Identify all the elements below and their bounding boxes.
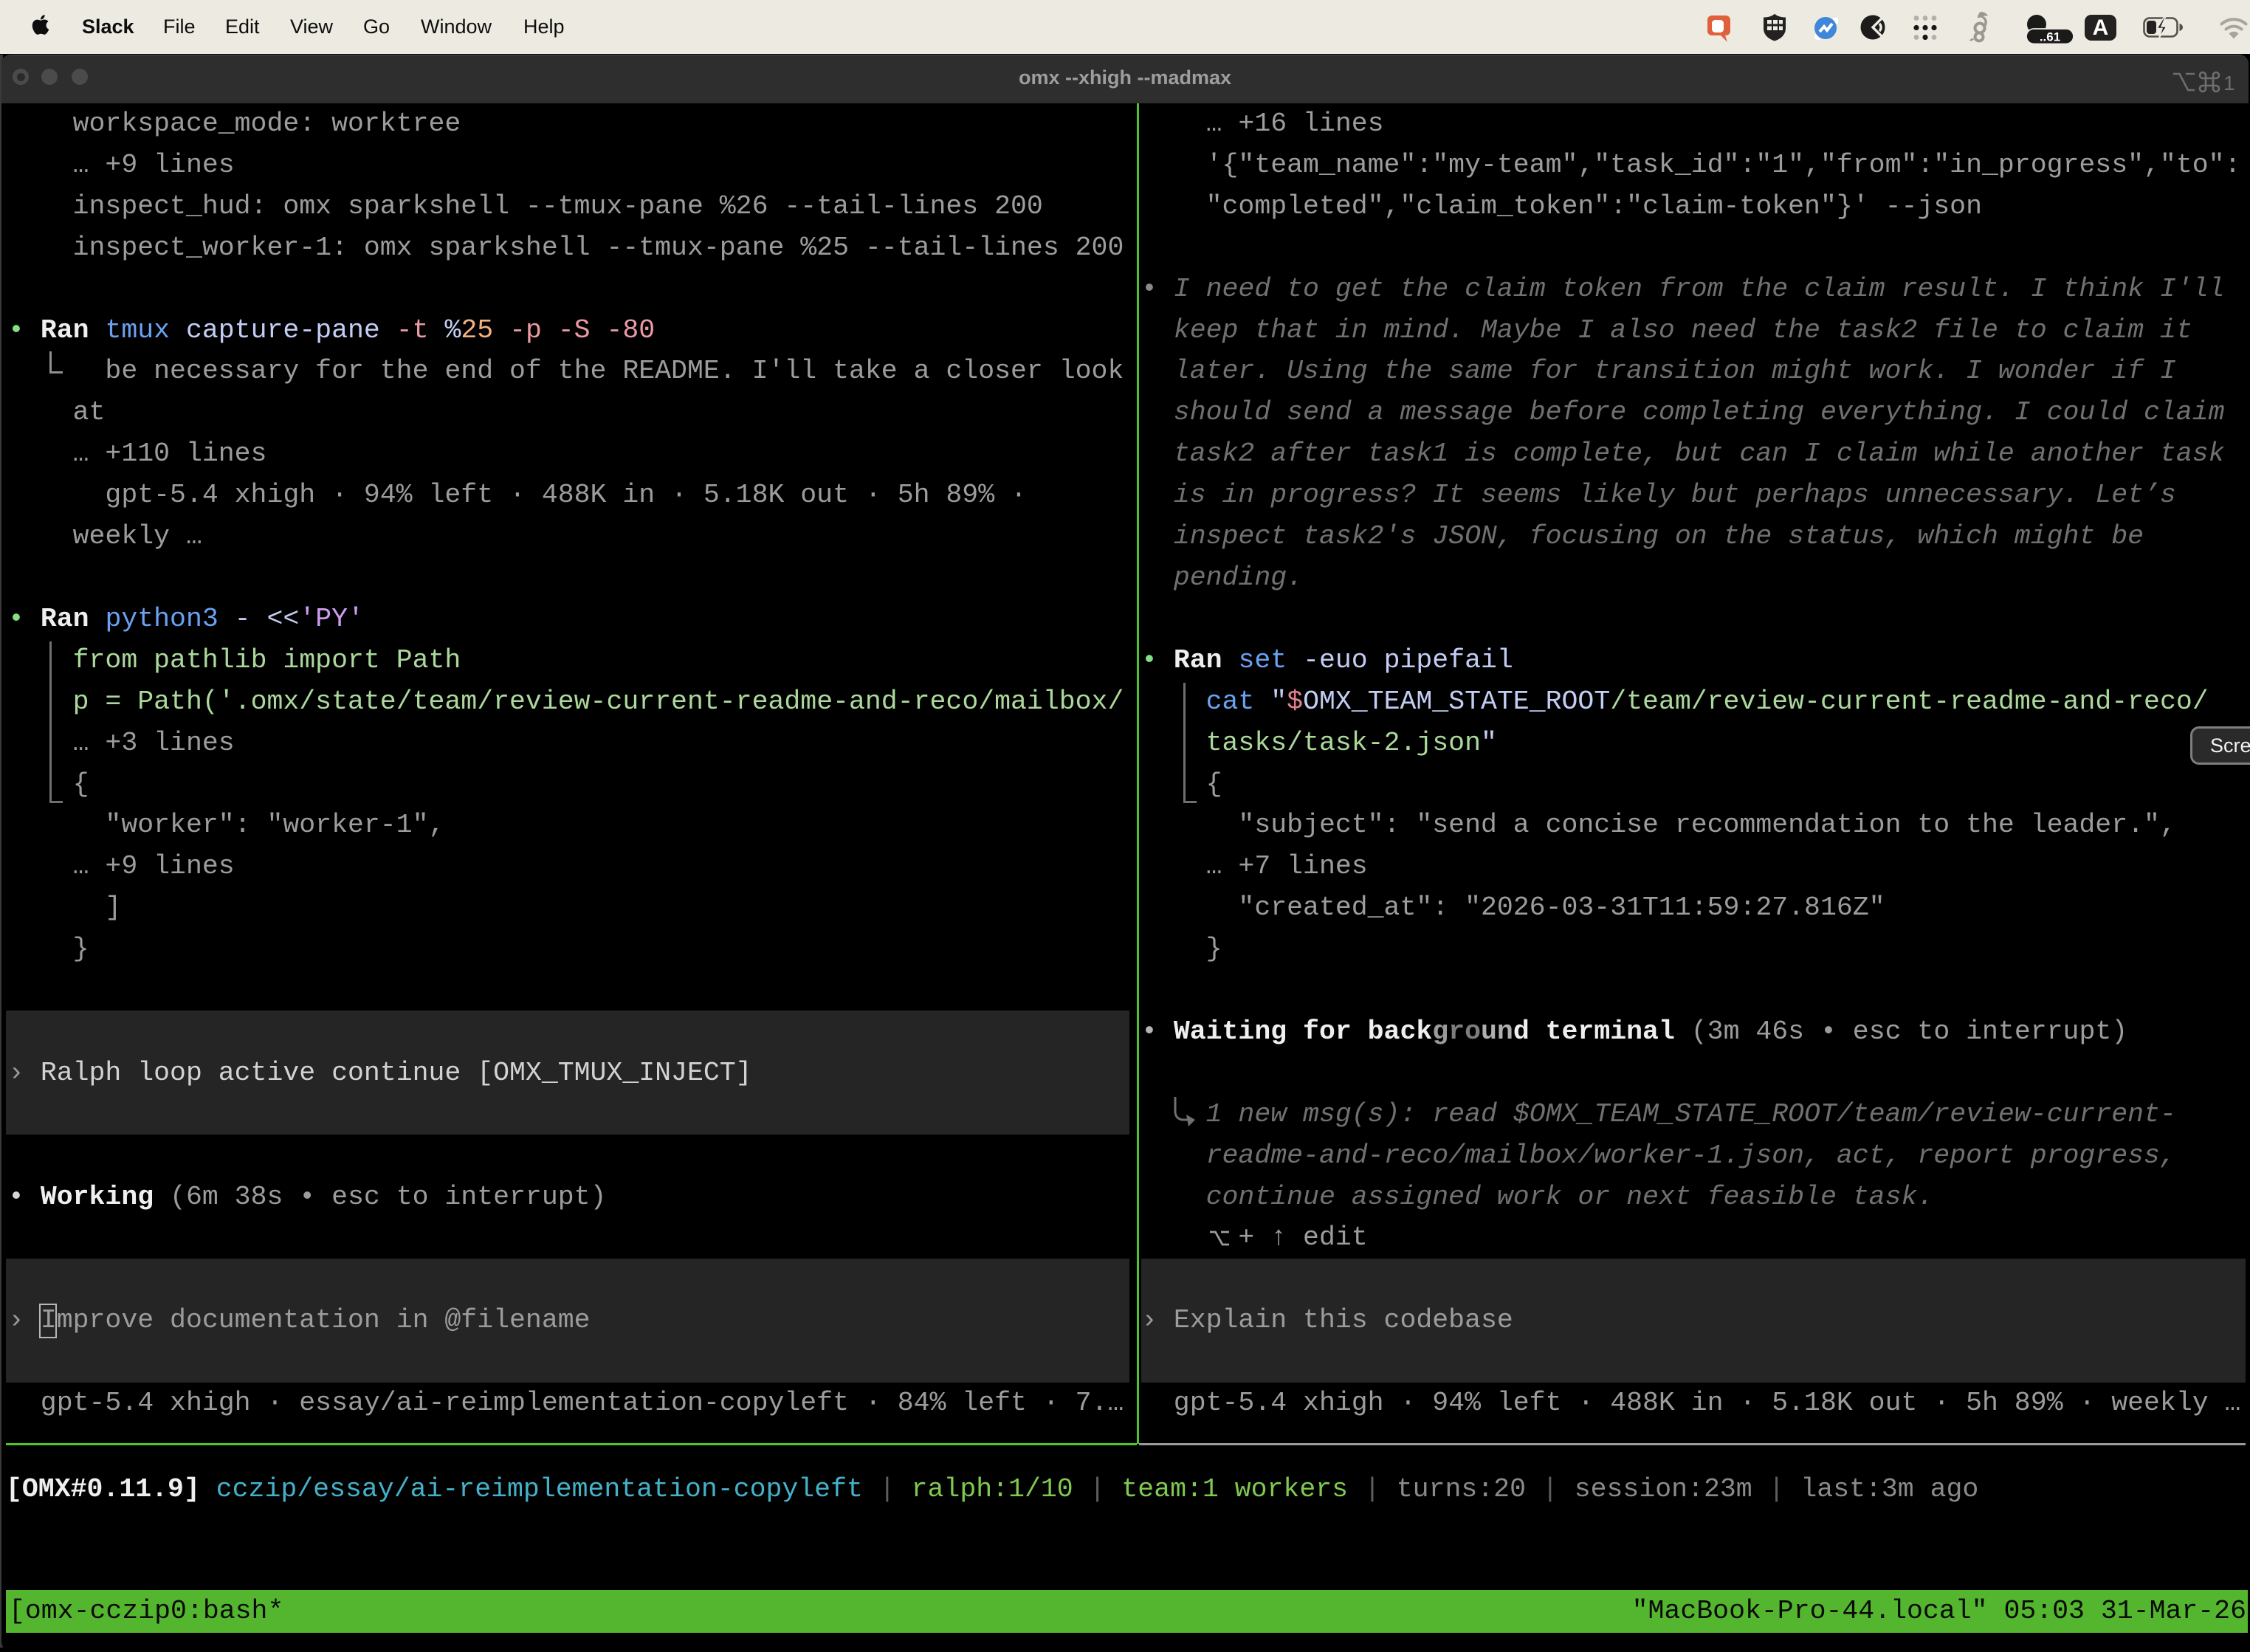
svg-text:..61: ..61 — [2040, 30, 2060, 44]
svg-text:1: 1 — [2223, 72, 2235, 94]
